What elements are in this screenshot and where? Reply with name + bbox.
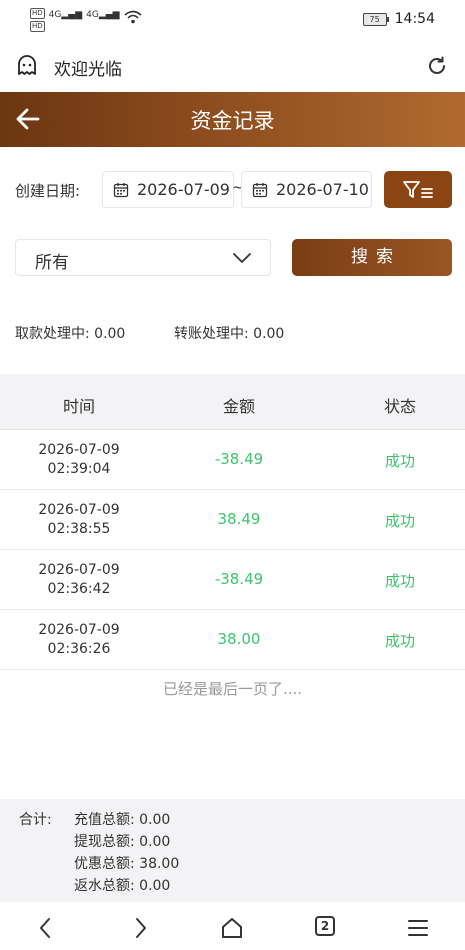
wifi-icon xyxy=(124,10,142,24)
cell-amount: 38.49 xyxy=(217,510,261,528)
signal-icon: 4G▂▄▆ xyxy=(48,10,83,20)
table-header: 时间 金额 状态 xyxy=(0,374,465,430)
hd-badge: HD xyxy=(30,8,45,19)
home-icon[interactable] xyxy=(220,916,244,940)
calendar-icon xyxy=(252,182,268,197)
column-header-time: 时间 xyxy=(62,397,95,416)
table-row[interactable]: 2026-07-09 02:36:26 38.00 成功 xyxy=(0,610,465,670)
totals-panel: 合计: 充值总额: 0.00 提现总额: 0.00 优惠总额: 38.00 返水… xyxy=(0,799,465,902)
totals-label: 合计: xyxy=(19,812,52,828)
cell-time: 2026-07-09 02:38:55 xyxy=(38,502,120,537)
signal-icon: 4G▂▄▆ xyxy=(86,10,120,20)
ghost-icon[interactable] xyxy=(16,55,38,77)
cell-status: 成功 xyxy=(384,572,415,590)
date-label: 创建日期: xyxy=(15,182,81,200)
menu-icon[interactable] xyxy=(406,916,430,940)
reload-icon[interactable] xyxy=(425,54,449,78)
table-row[interactable]: 2026-07-09 02:36:42 -38.49 成功 xyxy=(0,550,465,610)
withdraw-pending: 取款处理中: 0.00 xyxy=(15,326,126,342)
cell-status: 成功 xyxy=(384,512,415,530)
chevron-down-icon xyxy=(233,253,251,263)
cell-status: 成功 xyxy=(384,452,415,470)
browser-bottom-nav xyxy=(0,902,465,950)
battery-icon: 75 xyxy=(362,12,389,26)
cell-time: 2026-07-09 02:36:42 xyxy=(38,562,120,597)
hd-badge: HD xyxy=(30,21,45,32)
filter-button[interactable] xyxy=(384,171,452,208)
total-bonus: 优惠总额: 38.00 xyxy=(74,856,180,872)
clock: 14:54 xyxy=(394,11,435,27)
search-button[interactable]: 搜索 xyxy=(292,239,452,276)
end-date-picker[interactable]: 2026-07-10 xyxy=(241,171,372,208)
type-select[interactable]: 所有 xyxy=(15,239,271,276)
app-header: 资金记录 xyxy=(0,92,465,147)
cell-status: 成功 xyxy=(384,632,415,650)
start-date-value: 2026-07-09 xyxy=(137,180,230,199)
end-date-value: 2026-07-10 xyxy=(276,180,369,199)
cell-amount: -38.49 xyxy=(214,570,264,588)
total-recharge: 充值总额: 0.00 xyxy=(74,812,171,828)
cell-time: 2026-07-09 02:39:04 xyxy=(38,442,120,477)
type-select-value: 所有 xyxy=(35,253,69,273)
cell-amount: -38.49 xyxy=(214,450,264,468)
browser-title: 欢迎光临 xyxy=(54,60,122,80)
table-row[interactable]: 2026-07-09 02:38:55 38.49 成功 xyxy=(0,490,465,550)
status-bar: HD HD 4G▂▄▆ 4G▂▄▆ 75 14:54 xyxy=(0,0,465,40)
table-row[interactable]: 2026-07-09 02:39:04 -38.49 成功 xyxy=(0,430,465,490)
total-rebate: 返水总额: 0.00 xyxy=(74,878,171,894)
page-title: 资金记录 xyxy=(190,109,275,133)
end-of-list-note: 已经是最后一页了.... xyxy=(162,680,303,698)
cell-amount: 38.00 xyxy=(217,630,261,648)
tabs-count-icon[interactable]: 2 xyxy=(315,916,335,936)
browser-toolbar: 欢迎光临 xyxy=(0,40,465,92)
column-header-status: 状态 xyxy=(383,397,416,416)
calendar-icon xyxy=(113,182,129,197)
filter-icon xyxy=(403,180,433,198)
transfer-pending: 转账处理中: 0.00 xyxy=(174,326,285,342)
back-icon[interactable] xyxy=(34,916,58,940)
start-date-picker[interactable]: 2026-07-09 xyxy=(102,171,234,208)
cell-time: 2026-07-09 02:36:26 xyxy=(38,622,120,657)
signal-area: HD HD 4G▂▄▆ 4G▂▄▆ xyxy=(30,8,142,32)
total-withdraw: 提现总额: 0.00 xyxy=(74,834,171,850)
forward-icon[interactable] xyxy=(128,916,152,940)
column-header-amount: 金额 xyxy=(222,397,255,416)
